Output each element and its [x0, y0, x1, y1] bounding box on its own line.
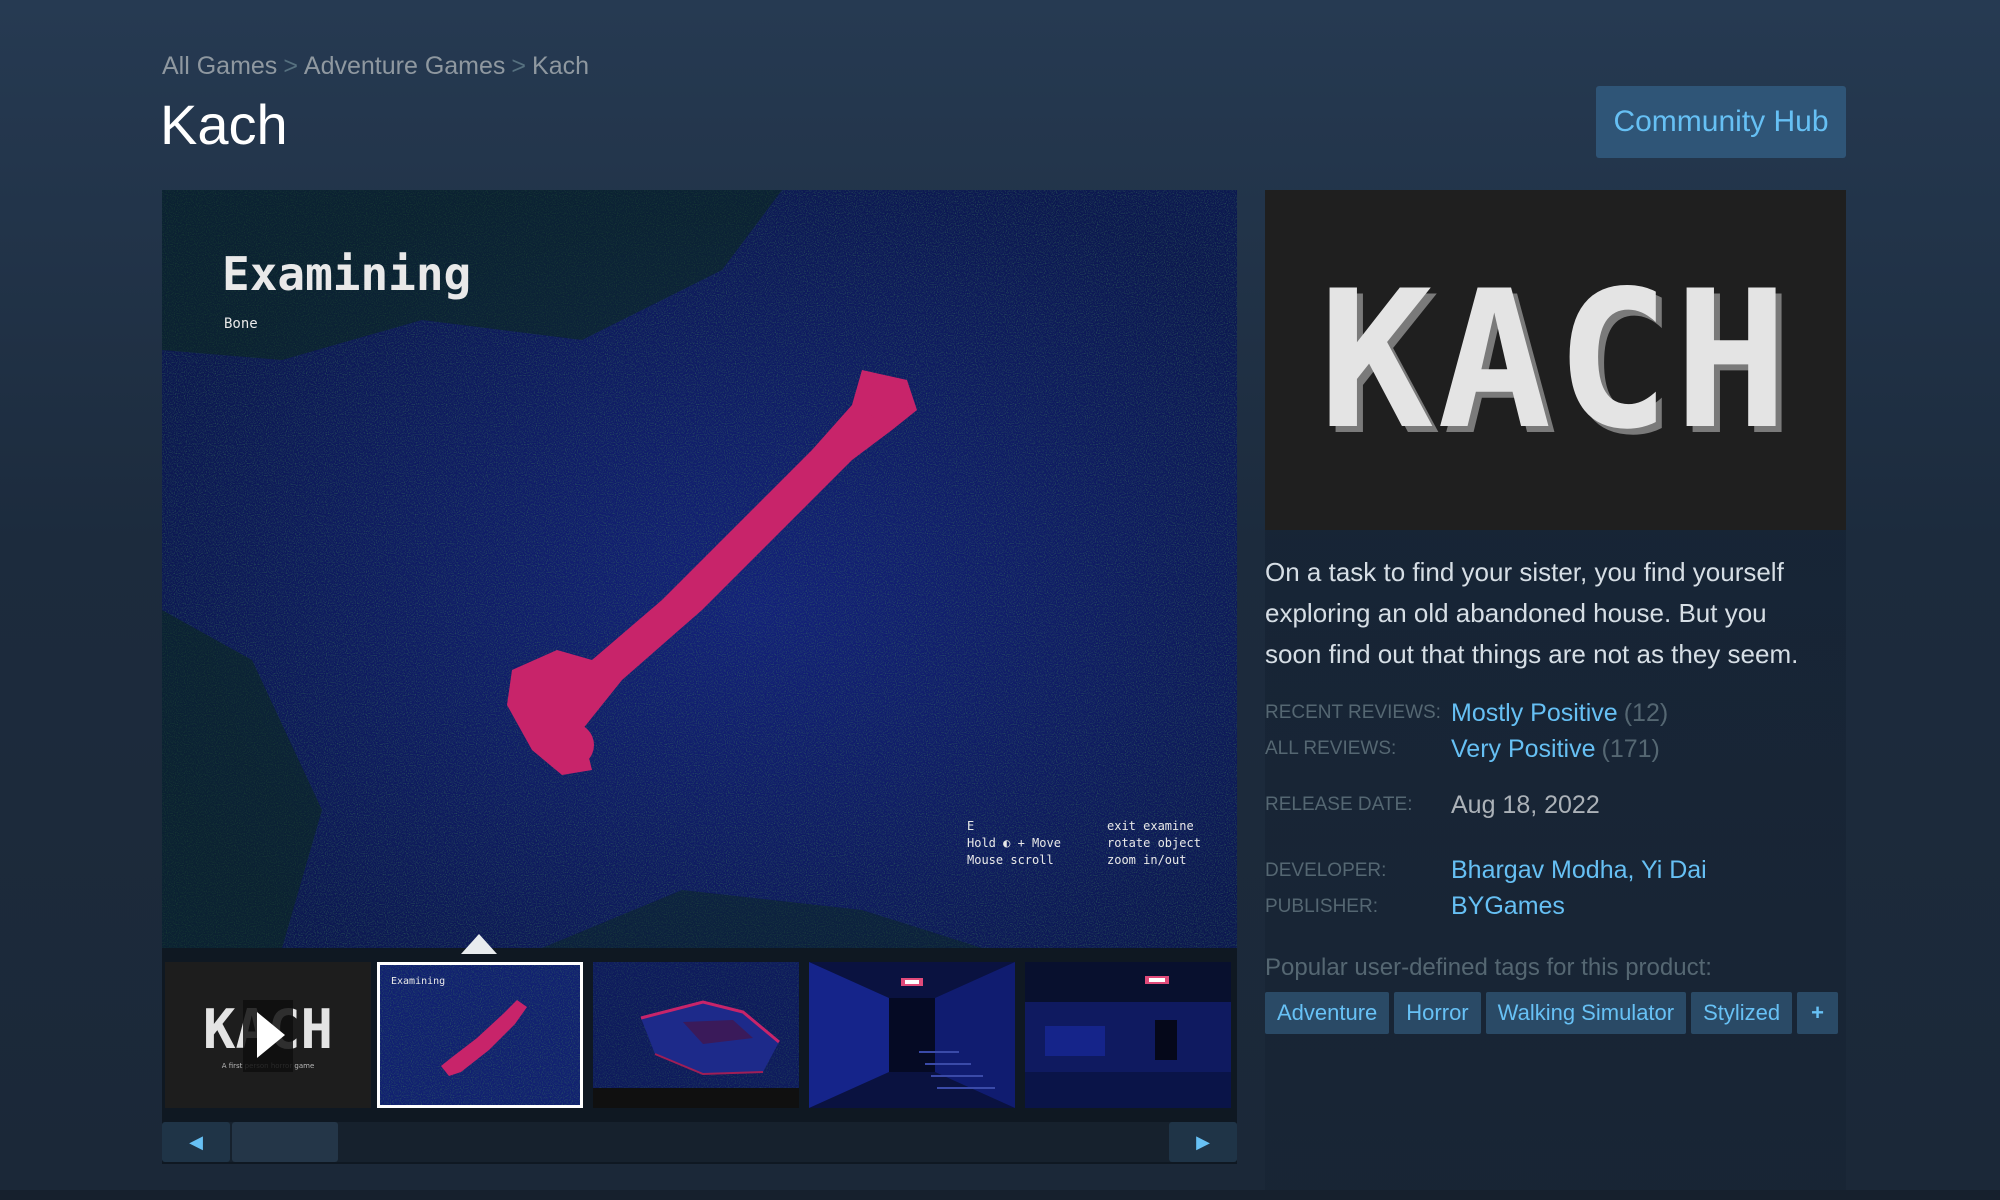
recent-reviews-label: RECENT REVIEWS: [1265, 702, 1441, 723]
thumbnail-corridor[interactable] [809, 962, 1015, 1108]
breadcrumb-separator: > [511, 52, 527, 80]
car-thumbnail-art [593, 962, 799, 1108]
breadcrumb-separator: > [283, 52, 298, 80]
scroll-right-button[interactable]: ▶ [1169, 1122, 1237, 1162]
control-key: Hold ◐ + Move [967, 836, 1061, 850]
recent-reviews-summary-link[interactable]: Mostly Positive [1451, 699, 1618, 727]
triangle-right-icon: ▶ [1196, 1131, 1210, 1152]
thumbnail-car[interactable] [593, 962, 799, 1108]
control-action: exit examine [1107, 819, 1194, 833]
breadcrumb-all-games[interactable]: All Games [162, 52, 277, 80]
developer-link[interactable]: Bhargav Modha [1451, 856, 1628, 884]
triangle-left-icon: ◀ [189, 1131, 203, 1152]
selected-thumbnail-indicator [461, 934, 497, 954]
tag-adventure[interactable]: Adventure [1265, 992, 1390, 1034]
breadcrumb: All Games > Adventure Games > Kach [162, 52, 589, 81]
control-key: E [967, 819, 974, 833]
developer-label: DEVELOPER: [1265, 860, 1387, 881]
room-thumbnail-art [1025, 962, 1231, 1108]
page-title: Kach [160, 93, 288, 156]
all-reviews-count: (171) [1601, 735, 1660, 763]
scrollbar-handle[interactable] [232, 1122, 338, 1162]
developer-value: Bhargav Modha, Yi Dai [1451, 856, 1707, 884]
control-action: zoom in/out [1107, 853, 1186, 867]
main-screenshot-art: Examining Bone E Hold ◐ + Move Mouse scr… [162, 190, 1237, 948]
developer-link[interactable]: Yi Dai [1641, 856, 1707, 884]
screenshot-subtitle: Bone [224, 316, 258, 332]
thumbnail-room[interactable] [1025, 962, 1231, 1108]
publisher-label: PUBLISHER: [1265, 896, 1378, 917]
corridor-thumbnail-art [809, 962, 1015, 1108]
tag-horror[interactable]: Horror [1394, 992, 1481, 1034]
tag-walking-simulator[interactable]: Walking Simulator [1485, 992, 1687, 1034]
add-tag-button[interactable]: + [1797, 992, 1839, 1034]
tag-stylized[interactable]: Stylized [1691, 992, 1793, 1034]
header-capsule-image: KACH [1265, 190, 1846, 530]
community-hub-button[interactable]: Community Hub [1596, 86, 1846, 158]
breadcrumb-adventure-games[interactable]: Adventure Games [304, 52, 506, 80]
game-logo: KACH [1318, 249, 1793, 471]
thumbnail-video[interactable]: KACH A first person horror game [165, 962, 371, 1108]
thumbnail-examining[interactable]: Examining [377, 962, 583, 1108]
screenshot-title: Examining [222, 247, 471, 301]
release-date-label: RELEASE DATE: [1265, 794, 1413, 815]
control-action: rotate object [1107, 836, 1201, 850]
release-date-value: Aug 18, 2022 [1451, 791, 1600, 819]
all-reviews-label: ALL REVIEWS: [1265, 738, 1397, 759]
tags-label: Popular user-defined tags for this produ… [1265, 954, 1712, 981]
main-screenshot[interactable]: Examining Bone E Hold ◐ + Move Mouse scr… [162, 190, 1237, 948]
tag-list: Adventure Horror Walking Simulator Styli… [1265, 992, 1839, 1034]
publisher-link[interactable]: BYGames [1451, 892, 1565, 920]
control-key: Mouse scroll [967, 853, 1054, 867]
publisher-value: BYGames [1451, 892, 1565, 921]
recent-reviews-count: (12) [1623, 699, 1669, 727]
all-reviews-summary-link[interactable]: Very Positive [1451, 735, 1596, 763]
scroll-left-button[interactable]: ◀ [162, 1122, 230, 1162]
page-bottom-divider [0, 1190, 2000, 1200]
recent-reviews-value[interactable]: Mostly Positive (12) [1451, 699, 1668, 728]
game-description: On a task to find your sister, you find … [1265, 557, 1799, 669]
all-reviews-value[interactable]: Very Positive (171) [1451, 735, 1660, 764]
breadcrumb-kach[interactable]: Kach [532, 52, 589, 80]
video-thumbnail-art: KACH A first person horror game [165, 962, 371, 1108]
examining-thumbnail-art: Examining [377, 962, 583, 1108]
thumbnail-caption: Examining [391, 976, 445, 987]
